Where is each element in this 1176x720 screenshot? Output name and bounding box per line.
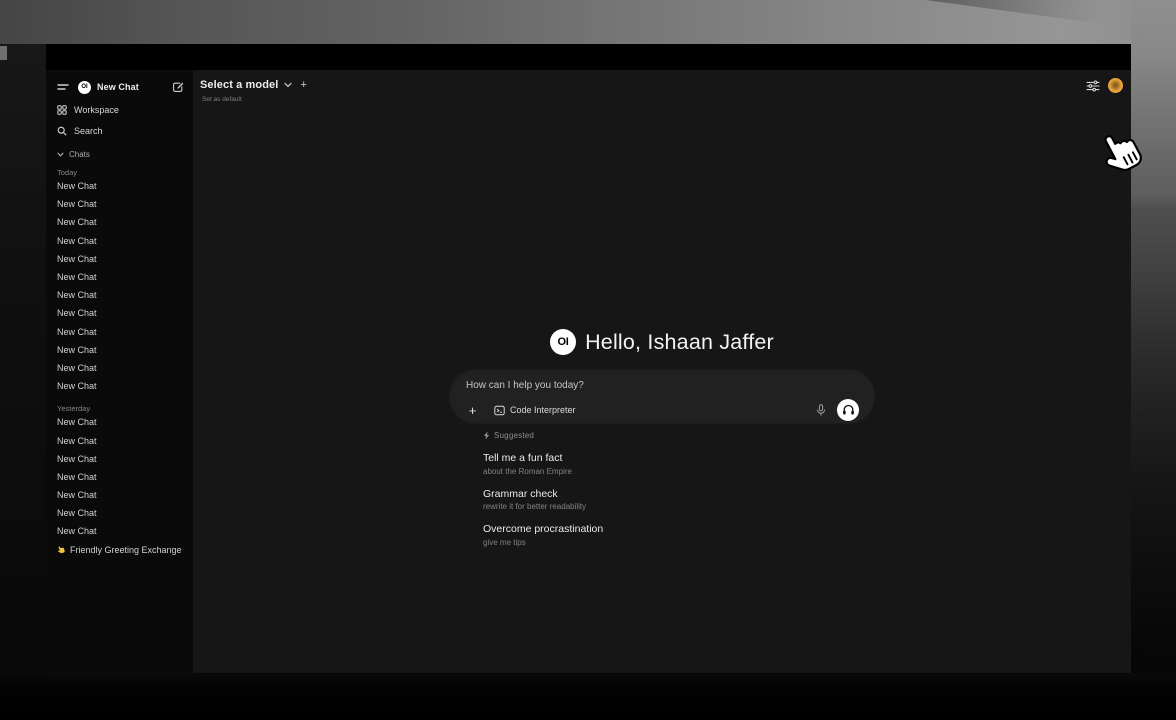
chevron-down-icon [284,82,292,88]
main-panel: Select a model + Set as default [193,70,1131,673]
app-logo-text: OI [81,84,87,90]
chat-group-label-yesterday: Yesterday [57,403,184,413]
chat-list-item[interactable]: New Chat [57,413,184,431]
chevron-down-icon [57,152,64,157]
suggestion-item[interactable]: Grammar check rewrite it for better read… [483,488,874,512]
model-selector-label: Select a model [200,79,278,91]
suggestion-subtitle: about the Roman Empire [483,467,874,476]
wave-emoji-icon [57,545,66,555]
suggestion-title: Tell me a fun fact [483,452,874,464]
chat-list-item[interactable]: New Chat [57,177,184,195]
greeting-text: Hello, Ishaan Jaffer [585,330,774,355]
code-interpreter-toggle[interactable]: Code Interpreter [494,405,576,416]
code-interpreter-icon [494,405,505,416]
workspace-icon [57,105,67,115]
chat-list-item[interactable]: New Chat [57,268,184,286]
controls-sliders-icon[interactable] [1086,80,1100,92]
search-icon [57,126,67,136]
chat-list-item[interactable]: New Chat [57,450,184,468]
chat-list-item[interactable]: New Chat [57,286,184,304]
suggested-section: Suggested Tell me a fun fact about the R… [483,431,874,547]
set-as-default-button[interactable]: Set as default [202,96,242,103]
microphone-icon[interactable] [816,404,826,417]
desktop-backdrop-bottom [0,673,1176,720]
chats-section-header[interactable]: Chats [57,150,184,159]
chat-list-item[interactable]: New Chat [57,304,184,322]
desktop-backdrop-left [0,44,46,673]
suggestion-title: Grammar check [483,488,874,500]
chat-list-item[interactable]: New Chat [57,213,184,231]
sidebar-item-label: Search [74,126,103,136]
desktop: OI New Chat [0,0,1176,720]
chat-list-item[interactable]: New Chat [57,341,184,359]
app-logo: OI [78,81,91,94]
greeting-row: OI Hello, Ishaan Jaffer [450,327,874,357]
chat-list-today: New ChatNew ChatNew ChatNew ChatNew Chat… [57,177,184,395]
app-logo-text: OI [558,336,569,348]
chat-list-item[interactable]: New Chat [57,468,184,486]
suggestion-subtitle: rewrite it for better readability [483,502,874,511]
suggested-label: Suggested [494,431,534,440]
model-selector[interactable]: Select a model + [200,79,307,91]
app-logo-large: OI [550,329,576,355]
suggestion-item[interactable]: Overcome procrastination give me tips [483,523,874,547]
chat-group-label-today: Today [57,167,184,177]
add-model-button[interactable]: + [300,79,306,91]
sidebar: OI New Chat [46,70,193,673]
voice-call-button[interactable] [837,399,859,421]
chat-list-item[interactable]: New Chat [57,431,184,449]
chat-list-item[interactable]: New Chat [57,250,184,268]
chat-list-item[interactable]: New Chat [57,359,184,377]
sidebar-toggle-icon[interactable] [57,82,69,92]
chat-list-item[interactable]: New Chat [57,232,184,250]
chats-section-label: Chats [69,150,90,159]
user-avatar[interactable] [1108,78,1123,93]
message-input[interactable] [466,380,859,391]
attach-button[interactable]: + [466,404,479,417]
chat-list-item[interactable]: New Chat [57,486,184,504]
chat-list-yesterday: New ChatNew ChatNew ChatNew ChatNew Chat… [57,413,184,540]
sidebar-title: New Chat [97,82,139,92]
suggestion-item[interactable]: Tell me a fun fact about the Roman Empir… [483,452,874,476]
sidebar-item-label: Workspace [74,105,119,115]
sidebar-item-workspace[interactable]: Workspace [57,103,184,116]
chat-list-item[interactable]: New Chat [57,522,184,540]
message-composer: + Code Interpreter [450,370,874,423]
app-window: OI New Chat [46,44,1131,673]
chat-list-item[interactable]: New Chat [57,323,184,341]
chat-list-item[interactable]: New Chat [57,195,184,213]
code-interpreter-label: Code Interpreter [510,405,576,415]
chat-list-item-friendly-greeting[interactable]: Friendly Greeting Exchange [57,541,184,559]
sidebar-item-search[interactable]: Search [57,124,184,137]
new-chat-icon[interactable] [172,81,184,93]
suggestion-list: Tell me a fun fact about the Roman Empir… [483,452,874,547]
chat-title: Friendly Greeting Exchange [70,545,182,555]
desktop-backdrop-chip [0,46,7,60]
bolt-icon [483,431,490,440]
suggestion-subtitle: give me tips [483,538,874,547]
window-titlebar [46,44,1131,70]
desktop-backdrop-right [1131,0,1176,720]
chat-list-item[interactable]: New Chat [57,504,184,522]
chat-list-item[interactable]: New Chat [57,377,184,395]
suggestion-title: Overcome procrastination [483,523,874,535]
headphones-icon [842,404,855,416]
